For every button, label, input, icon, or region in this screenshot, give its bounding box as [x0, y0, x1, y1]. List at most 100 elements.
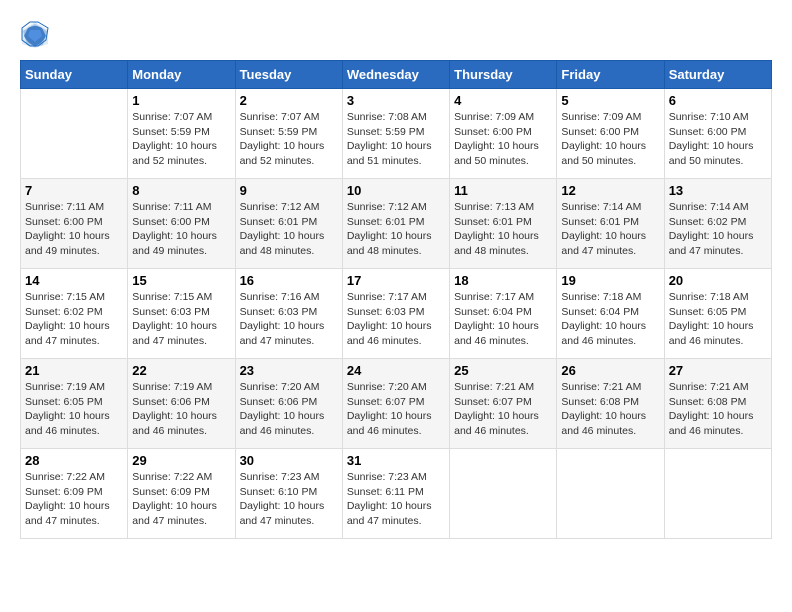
- day-info: Sunrise: 7:14 AM Sunset: 6:01 PM Dayligh…: [561, 200, 659, 259]
- day-number: 31: [347, 453, 445, 468]
- day-info: Sunrise: 7:19 AM Sunset: 6:06 PM Dayligh…: [132, 380, 230, 439]
- day-info: Sunrise: 7:23 AM Sunset: 6:11 PM Dayligh…: [347, 470, 445, 529]
- day-number: 4: [454, 93, 552, 108]
- calendar-cell: 8Sunrise: 7:11 AM Sunset: 6:00 PM Daylig…: [128, 179, 235, 269]
- day-number: 30: [240, 453, 338, 468]
- calendar-cell: 18 Sunrise: 7:17 AM Sunset: 6:04 PM Dayli…: [450, 269, 557, 359]
- calendar-cell: 4 Sunrise: 7:09 AM Sunset: 6:00 PM Daylig…: [450, 89, 557, 179]
- calendar-cell: 5 Sunrise: 7:09 AM Sunset: 6:00 PM Daylig…: [557, 89, 664, 179]
- day-info: Sunrise: 7:18 AM Sunset: 6:04 PM Dayligh…: [561, 290, 659, 349]
- day-number: 15: [132, 273, 230, 288]
- day-info: Sunrise: 7:11 AM Sunset: 6:00 PM Dayligh…: [25, 200, 123, 259]
- weekday-header-saturday: Saturday: [664, 61, 771, 89]
- day-number: 20: [669, 273, 767, 288]
- calendar-cell: [557, 449, 664, 539]
- day-number: 22: [132, 363, 230, 378]
- calendar-cell: 10Sunrise: 7:12 AM Sunset: 6:01 PM Dayli…: [342, 179, 449, 269]
- calendar-cell: 26 Sunrise: 7:21 AM Sunset: 6:08 PM Dayli…: [557, 359, 664, 449]
- calendar-cell: 27 Sunrise: 7:21 AM Sunset: 6:08 PM Dayli…: [664, 359, 771, 449]
- day-number: 2: [240, 93, 338, 108]
- calendar-cell: 22 Sunrise: 7:19 AM Sunset: 6:06 PM Dayli…: [128, 359, 235, 449]
- logo-icon: [20, 20, 50, 50]
- day-info: Sunrise: 7:15 AM Sunset: 6:02 PM Dayligh…: [25, 290, 123, 349]
- day-number: 29: [132, 453, 230, 468]
- day-info: Sunrise: 7:19 AM Sunset: 6:05 PM Dayligh…: [25, 380, 123, 439]
- day-number: 16: [240, 273, 338, 288]
- day-info: Sunrise: 7:23 AM Sunset: 6:10 PM Dayligh…: [240, 470, 338, 529]
- weekday-header-monday: Monday: [128, 61, 235, 89]
- day-number: 10: [347, 183, 445, 198]
- day-number: 25: [454, 363, 552, 378]
- day-number: 28: [25, 453, 123, 468]
- calendar-week-2: 7 Sunrise: 7:11 AM Sunset: 6:00 PM Daylig…: [21, 179, 772, 269]
- day-info: Sunrise: 7:10 AM Sunset: 6:00 PM Dayligh…: [669, 110, 767, 169]
- calendar-cell: 13Sunrise: 7:14 AM Sunset: 6:02 PM Dayli…: [664, 179, 771, 269]
- day-number: 17: [347, 273, 445, 288]
- day-number: 7: [25, 183, 123, 198]
- day-info: Sunrise: 7:21 AM Sunset: 6:08 PM Dayligh…: [669, 380, 767, 439]
- day-number: 27: [669, 363, 767, 378]
- day-number: 26: [561, 363, 659, 378]
- day-info: Sunrise: 7:07 AM Sunset: 5:59 PM Dayligh…: [240, 110, 338, 169]
- calendar-cell: 25 Sunrise: 7:21 AM Sunset: 6:07 PM Dayli…: [450, 359, 557, 449]
- weekday-header-thursday: Thursday: [450, 61, 557, 89]
- weekday-header-sunday: Sunday: [21, 61, 128, 89]
- day-info: Sunrise: 7:22 AM Sunset: 6:09 PM Dayligh…: [132, 470, 230, 529]
- calendar-cell: [21, 89, 128, 179]
- calendar-cell: 19 Sunrise: 7:18 AM Sunset: 6:04 PM Dayli…: [557, 269, 664, 359]
- day-info: Sunrise: 7:21 AM Sunset: 6:07 PM Dayligh…: [454, 380, 552, 439]
- logo: [20, 20, 54, 50]
- calendar-cell: 15 Sunrise: 7:15 AM Sunset: 6:03 PM Dayli…: [128, 269, 235, 359]
- calendar-cell: 11 Sunrise: 7:13 AM Sunset: 6:01 PM Dayli…: [450, 179, 557, 269]
- day-info: Sunrise: 7:13 AM Sunset: 6:01 PM Dayligh…: [454, 200, 552, 259]
- day-number: 12: [561, 183, 659, 198]
- day-number: 21: [25, 363, 123, 378]
- day-number: 1: [132, 93, 230, 108]
- day-info: Sunrise: 7:12 AM Sunset: 6:01 PM Dayligh…: [240, 200, 338, 259]
- calendar-cell: 21 Sunrise: 7:19 AM Sunset: 6:05 PM Dayli…: [21, 359, 128, 449]
- calendar-cell: 20 Sunrise: 7:18 AM Sunset: 6:05 PM Dayli…: [664, 269, 771, 359]
- day-number: 18: [454, 273, 552, 288]
- calendar-cell: 3 Sunrise: 7:08 AM Sunset: 5:59 PM Daylig…: [342, 89, 449, 179]
- day-info: Sunrise: 7:09 AM Sunset: 6:00 PM Dayligh…: [561, 110, 659, 169]
- day-info: Sunrise: 7:14 AM Sunset: 6:02 PM Dayligh…: [669, 200, 767, 259]
- calendar-cell: [450, 449, 557, 539]
- day-info: Sunrise: 7:22 AM Sunset: 6:09 PM Dayligh…: [25, 470, 123, 529]
- calendar-week-5: 28 Sunrise: 7:22 AM Sunset: 6:09 PM Dayli…: [21, 449, 772, 539]
- day-info: Sunrise: 7:08 AM Sunset: 5:59 PM Dayligh…: [347, 110, 445, 169]
- weekday-header-wednesday: Wednesday: [342, 61, 449, 89]
- day-number: 6: [669, 93, 767, 108]
- day-info: Sunrise: 7:18 AM Sunset: 6:05 PM Dayligh…: [669, 290, 767, 349]
- day-number: 3: [347, 93, 445, 108]
- calendar-cell: 14 Sunrise: 7:15 AM Sunset: 6:02 PM Dayli…: [21, 269, 128, 359]
- calendar-cell: 28 Sunrise: 7:22 AM Sunset: 6:09 PM Dayli…: [21, 449, 128, 539]
- weekday-header-friday: Friday: [557, 61, 664, 89]
- calendar-cell: 30 Sunrise: 7:23 AM Sunset: 6:10 PM Dayli…: [235, 449, 342, 539]
- day-number: 19: [561, 273, 659, 288]
- day-number: 24: [347, 363, 445, 378]
- calendar-week-3: 14 Sunrise: 7:15 AM Sunset: 6:02 PM Dayli…: [21, 269, 772, 359]
- day-info: Sunrise: 7:17 AM Sunset: 6:03 PM Dayligh…: [347, 290, 445, 349]
- calendar-cell: 12 Sunrise: 7:14 AM Sunset: 6:01 PM Dayli…: [557, 179, 664, 269]
- day-number: 11: [454, 183, 552, 198]
- day-info: Sunrise: 7:20 AM Sunset: 6:06 PM Dayligh…: [240, 380, 338, 439]
- day-number: 5: [561, 93, 659, 108]
- day-info: Sunrise: 7:21 AM Sunset: 6:08 PM Dayligh…: [561, 380, 659, 439]
- day-info: Sunrise: 7:17 AM Sunset: 6:04 PM Dayligh…: [454, 290, 552, 349]
- day-info: Sunrise: 7:15 AM Sunset: 6:03 PM Dayligh…: [132, 290, 230, 349]
- weekday-header-row: SundayMondayTuesdayWednesdayThursdayFrid…: [21, 61, 772, 89]
- calendar-cell: 2 Sunrise: 7:07 AM Sunset: 5:59 PM Daylig…: [235, 89, 342, 179]
- calendar-table: SundayMondayTuesdayWednesdayThursdayFrid…: [20, 60, 772, 539]
- header: [20, 20, 772, 50]
- calendar-week-1: 1 Sunrise: 7:07 AM Sunset: 5:59 PM Daylig…: [21, 89, 772, 179]
- calendar-cell: 17 Sunrise: 7:17 AM Sunset: 6:03 PM Dayli…: [342, 269, 449, 359]
- day-number: 8: [132, 183, 230, 198]
- day-number: 23: [240, 363, 338, 378]
- day-info: Sunrise: 7:09 AM Sunset: 6:00 PM Dayligh…: [454, 110, 552, 169]
- day-info: Sunrise: 7:16 AM Sunset: 6:03 PM Dayligh…: [240, 290, 338, 349]
- day-number: 14: [25, 273, 123, 288]
- calendar-cell: 23 Sunrise: 7:20 AM Sunset: 6:06 PM Dayli…: [235, 359, 342, 449]
- calendar-cell: 29 Sunrise: 7:22 AM Sunset: 6:09 PM Dayli…: [128, 449, 235, 539]
- calendar-cell: [664, 449, 771, 539]
- calendar-cell: 7 Sunrise: 7:11 AM Sunset: 6:00 PM Daylig…: [21, 179, 128, 269]
